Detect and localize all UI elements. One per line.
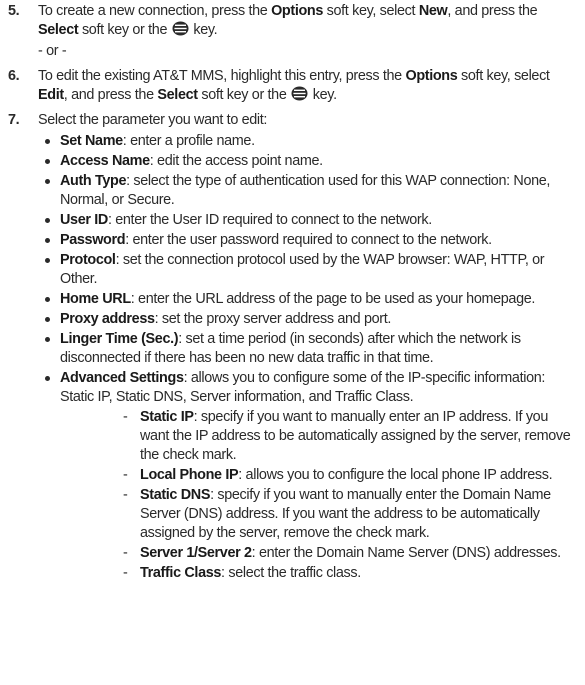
sub-param-desc: : enter the Domain Name Server (DNS) add… <box>251 545 561 561</box>
advanced-settings-sublist: - Static IP: specify if you want to manua… <box>60 408 577 583</box>
list-item: Password: enter the user password requir… <box>0 231 585 250</box>
bullet-icon <box>45 159 50 164</box>
options-softkey-label: Options <box>405 68 458 84</box>
sub-param-desc: : specify if you want to manually enter … <box>140 409 571 463</box>
step-7: 7. Select the parameter you want to edit… <box>0 111 585 130</box>
list-item: Protocol: set the connection protocol us… <box>0 251 585 289</box>
parameter-list: Set Name: enter a profile name. Access N… <box>0 132 585 583</box>
param-desc: : enter the URL address of the page to b… <box>130 291 536 307</box>
step-number: 6. <box>8 68 20 84</box>
step-text: soft key, select <box>457 68 550 84</box>
list-item: Proxy address: set the proxy server addr… <box>0 310 585 329</box>
new-menu-label: New <box>418 3 448 19</box>
step-text: , and press the <box>447 3 538 19</box>
bullet-icon <box>45 258 50 263</box>
step-5: 5. To create a new connection, press the… <box>0 2 585 40</box>
param-desc: : enter the user password required to co… <box>125 232 492 248</box>
step-text: soft key or the <box>197 87 291 103</box>
options-softkey-label: Options <box>271 3 324 19</box>
param-name: User ID <box>60 212 108 228</box>
bullet-icon <box>45 179 50 184</box>
dash-marker: - <box>123 545 128 561</box>
bullet-icon <box>45 297 50 302</box>
param-desc: : edit the access point name. <box>149 153 323 169</box>
step-number: 7. <box>8 112 20 128</box>
sub-param-name: Server 1/Server 2 <box>140 545 252 561</box>
list-item: Access Name: edit the access point name. <box>0 152 585 171</box>
bullet-icon <box>45 317 50 322</box>
step-text: To create a new connection, press the <box>38 3 272 19</box>
sub-list-item: - Static DNS: specify if you want to manu… <box>60 486 577 543</box>
sub-param-name: Static IP <box>140 409 194 425</box>
param-name: Set Name <box>60 133 123 149</box>
sub-param-desc: : select the traffic class. <box>221 565 361 581</box>
step-text: To edit the existing AT&T MMS, highlight… <box>38 68 406 84</box>
sub-list-item: - Server 1/Server 2: enter the Domain Nam… <box>60 544 577 563</box>
bullet-icon <box>45 337 50 342</box>
param-name: Auth Type <box>60 173 127 189</box>
list-item: Set Name: enter a profile name. <box>0 132 585 151</box>
step-number: 5. <box>8 3 20 19</box>
ok-key-icon <box>172 21 189 36</box>
param-desc: : enter a profile name. <box>122 133 255 149</box>
select-softkey-label: Select <box>38 22 79 38</box>
sub-param-name: Traffic Class <box>140 565 222 581</box>
param-name: Protocol <box>60 252 116 268</box>
param-name: Password <box>60 232 126 248</box>
param-desc: : enter the User ID required to connect … <box>107 212 432 228</box>
bullet-icon <box>45 218 50 223</box>
param-name: Linger Time (Sec.) <box>60 331 179 347</box>
list-item: Home URL: enter the URL address of the p… <box>0 290 585 309</box>
param-name: Proxy address <box>60 311 155 327</box>
step-text: key. <box>189 22 218 38</box>
dash-marker: - <box>123 467 128 483</box>
sub-list-item: - Static IP: specify if you want to manua… <box>60 408 577 465</box>
step-text: soft key or the <box>78 22 171 38</box>
step-text: soft key, select <box>323 3 419 19</box>
step-text: , and press the <box>63 87 158 103</box>
param-name: Advanced Settings <box>60 370 184 386</box>
dash-marker: - <box>123 565 128 581</box>
manual-page: 5. To create a new connection, press the… <box>0 0 585 685</box>
list-item: Advanced Settings : allows you to configu… <box>0 369 585 583</box>
step-6: 6. To edit the existing AT&T MMS, highli… <box>0 67 585 105</box>
list-item: User ID: enter the User ID required to c… <box>0 211 585 230</box>
param-name: Access Name <box>60 153 150 169</box>
list-item: Linger Time (Sec.): set a time period (i… <box>0 330 585 368</box>
list-item: Auth Type: select the type of authentica… <box>0 172 585 210</box>
step-text: key. <box>309 87 337 103</box>
sub-param-desc: : allows you to configure the local phon… <box>238 467 553 483</box>
sub-list-item: - Traffic Class: select the traffic class… <box>60 564 577 583</box>
step-text: Select the parameter you want to edit: <box>38 112 268 128</box>
sub-param-name: Local Phone IP <box>140 467 239 483</box>
bullet-icon <box>45 139 50 144</box>
edit-menu-label: Edit <box>38 87 64 103</box>
param-desc: : set the connection protocol used by th… <box>60 252 545 287</box>
ok-key-icon <box>291 86 308 101</box>
param-desc: : set the proxy server address and port. <box>154 311 392 327</box>
param-name: Home URL <box>60 291 131 307</box>
bullet-icon <box>45 238 50 243</box>
sub-list-item: - Local Phone IP: allows you to configure… <box>60 466 577 485</box>
bullet-icon <box>45 376 50 381</box>
or-separator: - or - <box>38 43 67 59</box>
param-desc: : select the type of authentication used… <box>60 173 551 208</box>
dash-marker: - <box>123 409 128 425</box>
select-softkey-label: Select <box>157 87 198 103</box>
sub-param-name: Static DNS <box>140 487 211 503</box>
dash-marker: - <box>123 487 128 503</box>
